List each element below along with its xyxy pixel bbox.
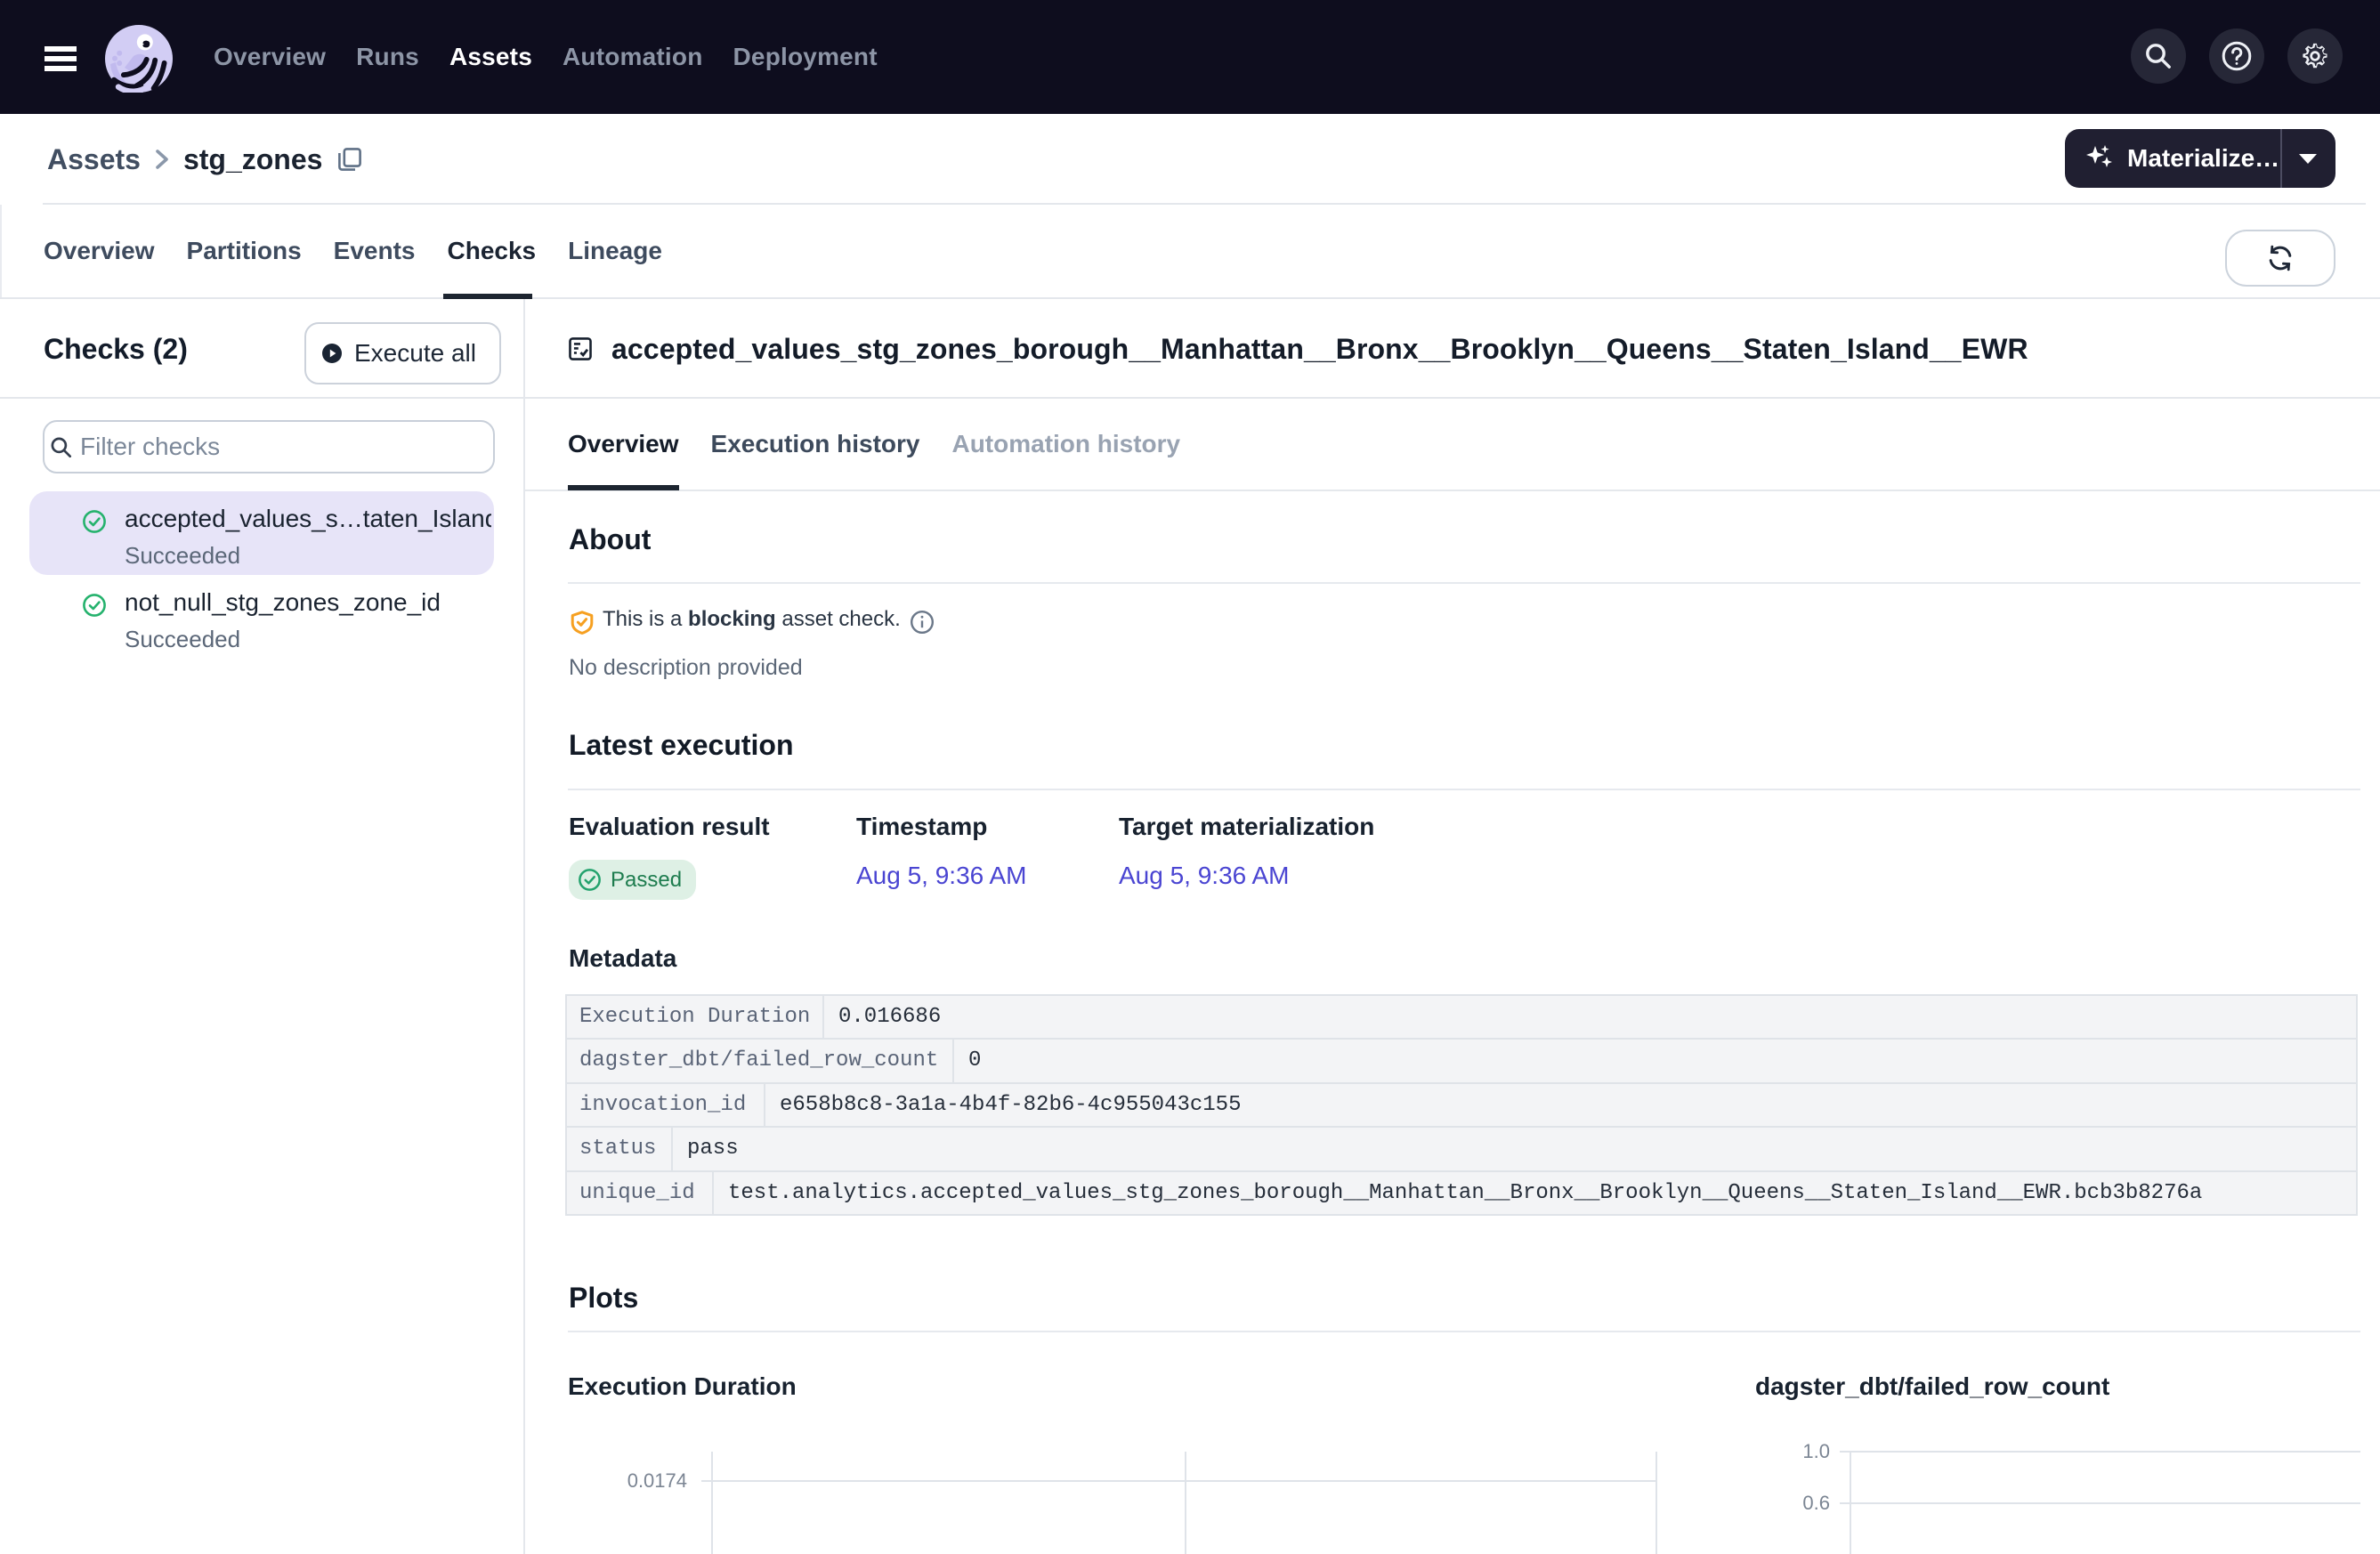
svg-text:0.6: 0.6	[1802, 1492, 1830, 1514]
svg-text:0.0174: 0.0174	[627, 1469, 687, 1492]
svg-text:1.0: 1.0	[1802, 1440, 1830, 1462]
